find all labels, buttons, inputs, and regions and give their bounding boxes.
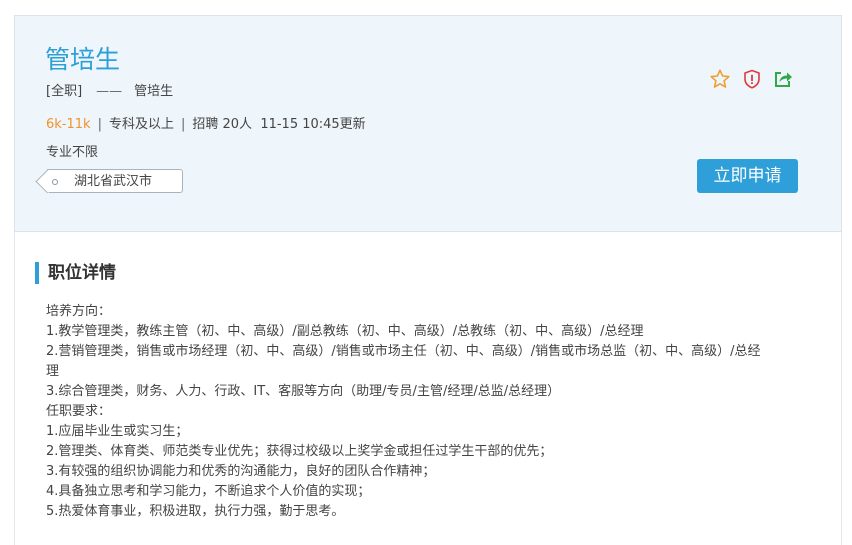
description-line: 2.管理类、体育类、师范类专业优先；获得过校级以上奖学金或担任过学生干部的优先；	[46, 444, 553, 459]
location-tag: 湖北省武汉市	[35, 169, 183, 194]
major-requirement: 专业不限	[46, 145, 99, 160]
description-line: 3.有较强的组织协调能力和优秀的沟通能力，良好的团队合作精神；	[46, 464, 436, 479]
job-type: [全职]	[46, 84, 83, 99]
star-icon[interactable]	[709, 68, 731, 90]
share-icon[interactable]	[772, 68, 794, 90]
description-line: 2.营销管理类，销售或市场经理（初、中、高级）/销售或市场主任（初、中、高级）/…	[46, 344, 761, 359]
job-page: 管培生 [全职] —— 管培生 6k-11k | 专科及以上 | 招聘 20人 11-15 …	[0, 0, 852, 545]
description-line: 培养方向：	[46, 304, 112, 319]
apply-button[interactable]: 立即申请	[697, 159, 798, 193]
meta-separator: |	[97, 117, 102, 132]
update-time: 11-15 10:45更新	[260, 117, 366, 132]
job-description: 培养方向： 1.教学管理类，教练主管（初、中、高级）/副总教练（初、中、高级）/…	[46, 302, 826, 522]
location-text: 湖北省武汉市	[74, 174, 153, 189]
meta-separator: |	[180, 117, 186, 132]
section-heading: 职位详情	[35, 262, 116, 284]
salary: 6k-11k	[46, 117, 91, 132]
description-line: 任职要求：	[46, 404, 112, 419]
tag-hole	[52, 179, 58, 185]
title-separator: ——	[96, 84, 123, 99]
recruit-count: 招聘 20人	[192, 117, 253, 132]
shield-alert-icon[interactable]	[741, 68, 763, 90]
job-details: 职位详情 培养方向： 1.教学管理类，教练主管（初、中、高级）/副总教练（初、中…	[14, 232, 842, 545]
job-subtitle: 管培生	[134, 84, 174, 99]
description-line: 理	[46, 364, 60, 379]
description-line: 1.教学管理类，教练主管（初、中、高级）/副总教练（初、中、高级）/总教练（初、…	[46, 324, 644, 339]
description-line: 1.应届毕业生或实习生；	[46, 424, 189, 439]
job-header-card: 管培生 [全职] —— 管培生 6k-11k | 专科及以上 | 招聘 20人 11-15 …	[14, 15, 842, 232]
job-title: 管培生	[45, 45, 121, 74]
description-line: 5.热爱体育事业，积极进取，执行力强，勤于思考。	[46, 504, 345, 519]
job-type-line: [全职] —— 管培生	[46, 83, 173, 101]
education-requirement: 专科及以上	[108, 117, 174, 132]
description-line: 3.综合管理类，财务、人力、行政、IT、客服等方向（助理/专员/主管/经理/总监…	[46, 384, 561, 399]
job-meta: 6k-11k | 专科及以上 | 招聘 20人 11-15 10:45更新	[46, 116, 366, 134]
description-line: 4.具备独立思考和学习能力，不断追求个人价值的实现；	[46, 484, 371, 499]
